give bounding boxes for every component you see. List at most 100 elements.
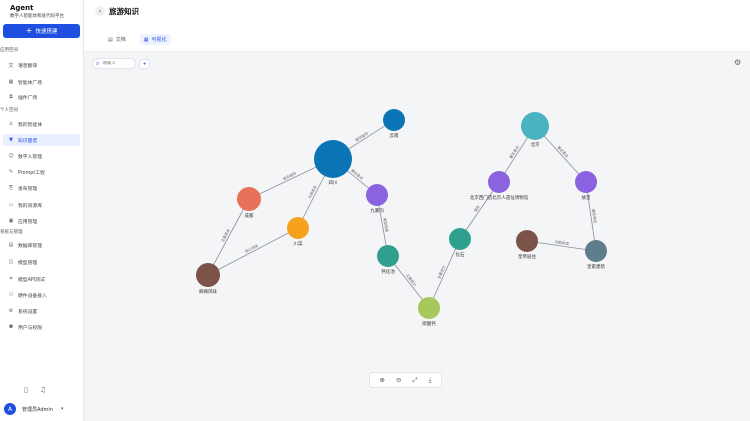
search-input[interactable]: [102, 61, 133, 66]
sidebar-item-label: 数字人管理: [18, 154, 42, 160]
sidebar-item-label: 数据库管理: [18, 243, 42, 249]
translate-icon: 文: [8, 62, 14, 69]
grid-icon: ▦: [8, 79, 14, 85]
download-icon[interactable]: ⤓: [429, 376, 432, 385]
sidebar-item-label: 用户与权限: [18, 325, 42, 331]
graph-node-label: 皇帝居住: [518, 253, 536, 260]
folder-icon: ▭: [8, 202, 14, 208]
graph-node[interactable]: [449, 228, 471, 250]
zoom-out-icon[interactable]: ⊖: [396, 376, 401, 384]
graph-node-label: 成都: [245, 212, 254, 219]
graph-node[interactable]: [314, 140, 352, 178]
sidebar-item-label: 智能体广场: [18, 80, 42, 86]
api-icon: ⌗: [9, 276, 13, 282]
tab-label: 文档: [115, 37, 126, 43]
graph-edge[interactable]: [207, 198, 250, 276]
sidebar-item-label: 知识图谱: [18, 138, 38, 144]
graph-node-label: 川菜: [294, 240, 303, 247]
settings-icon[interactable]: ⚙: [734, 58, 741, 67]
chevron-down-icon: ▾: [60, 406, 64, 412]
sidebar-item-publish[interactable]: ⎘ 发布管理: [3, 182, 80, 194]
graph-node[interactable]: [521, 112, 549, 140]
graph-node[interactable]: [383, 109, 405, 131]
back-button[interactable]: ‹: [95, 6, 105, 16]
graph-node-label: 云南: [390, 132, 399, 139]
plugin-icon: ⧉: [9, 94, 13, 100]
sidebar-item-api-test[interactable]: ⌗ 模型API测试: [3, 273, 80, 285]
plus-icon: +: [25, 26, 33, 35]
users-icon: ⚉: [8, 324, 14, 330]
zoom-toolbar: ⊕ ⊖ ⤢ ⤓: [369, 372, 442, 388]
zoom-in-icon[interactable]: ⊕: [380, 376, 385, 384]
device-icon: ⚇: [8, 292, 14, 298]
header: ‹ 旅游知识 ▤ 文档 ▦ 可视化: [84, 0, 750, 52]
sidebar-item-label: 应用管理: [18, 219, 38, 225]
graph-node-label: 麻辣风味: [199, 288, 217, 295]
graph-node[interactable]: [377, 245, 399, 267]
user-menu[interactable]: A 管理员Admin ▾: [4, 403, 63, 415]
graph-edge[interactable]: [428, 238, 461, 309]
tab-label: 可视化: [151, 37, 167, 43]
quick-build-button[interactable]: + 快速搭建: [3, 24, 80, 38]
sidebar-item-app-management[interactable]: ▣ 应用管理: [3, 215, 80, 227]
graph-node[interactable]: [196, 263, 220, 287]
sidebar-item-devices[interactable]: ⚇ 硬件设备接入: [3, 289, 80, 301]
sidebar-item-translate[interactable]: 文 语音翻译: [3, 59, 80, 71]
sidebar-footer-icons: ▯ ♫: [24, 386, 46, 394]
bell-icon[interactable]: ♫: [40, 386, 46, 394]
sidebar-item-label: 我的资源库: [18, 203, 42, 209]
page-title: 旅游知识: [109, 7, 139, 16]
graph-canvas[interactable]: 相邻省份 省会城市 代表菜系 主要菜系 核心风味 著名景点 典型地貌 主要成分 主要成分 保存 著名…: [84, 52, 750, 421]
sidebar-item-my-agents[interactable]: ♙ 我的智能体: [3, 118, 80, 130]
section-label-personal-space: 个人空间: [0, 108, 18, 113]
sidebar-item-label: 模型API测试: [18, 277, 45, 283]
chart-icon: ▦: [143, 36, 149, 43]
search-icon: ⌕: [96, 59, 100, 67]
search-box[interactable]: ⌕: [92, 58, 136, 69]
sidebar-item-users[interactable]: ⚉ 用户与权限: [3, 321, 80, 333]
sidebar-item-label: 插件广场: [18, 95, 38, 101]
graph-node[interactable]: [237, 187, 261, 211]
sidebar-item-agent-plaza[interactable]: ▦ 智能体广场: [3, 76, 80, 88]
graph-node[interactable]: [585, 240, 607, 262]
sidebar-item-label: 语音翻译: [18, 63, 38, 69]
graph-node[interactable]: [488, 171, 510, 193]
view-tabs: ▤ 文档 ▦ 可视化: [104, 34, 171, 45]
search-type-dropdown[interactable]: ▾: [139, 59, 150, 69]
graph-node[interactable]: [366, 184, 388, 206]
graph-node[interactable]: [287, 217, 309, 239]
section-label-system: 系统与管理: [0, 230, 23, 235]
graph-node-label: 北京西门店北京人遗址博物馆: [470, 194, 529, 201]
graph-node-label: 故宫: [582, 194, 591, 201]
graph-node-label: 四川: [329, 180, 338, 186]
graph-node[interactable]: [516, 230, 538, 252]
section-label-app-space: 应用空间: [0, 48, 18, 53]
sidebar-item-settings[interactable]: ⚙ 系统设置: [3, 305, 80, 317]
knowledge-graph[interactable]: 相邻省份省会城市代表菜系主要菜系核心风味著名景点典型地貌主要成分主要成分保存著名…: [84, 52, 750, 421]
avatar: A: [4, 403, 16, 415]
graph-node-label: 碳酸钙: [422, 320, 436, 327]
graph-node-label: 九寨沟: [370, 207, 384, 214]
graph-node-label: 皇家建筑: [587, 263, 605, 270]
graph-node-label: 北京: [531, 141, 540, 148]
graph-node[interactable]: [575, 171, 597, 193]
fit-icon[interactable]: ⤢: [412, 376, 417, 385]
sidebar-item-plugin-plaza[interactable]: ⧉ 插件广场: [3, 91, 80, 103]
sidebar-item-resources[interactable]: ▭ 我的资源库: [3, 199, 80, 211]
sidebar-item-digital-human[interactable]: ☺ 数字人管理: [3, 150, 80, 162]
chevron-down-icon: ▾: [143, 61, 146, 67]
sidebar-item-database[interactable]: ▤ 数据库管理: [3, 239, 80, 251]
sidebar-item-label: 模型管理: [18, 260, 38, 266]
sidebar-item-models[interactable]: ◫ 模型管理: [3, 256, 80, 268]
tab-visualization[interactable]: ▦ 可视化: [139, 34, 171, 45]
tab-documents[interactable]: ▤ 文档: [104, 34, 130, 45]
sidebar-item-prompt[interactable]: ✎ Prompt工程: [3, 166, 80, 178]
document-icon[interactable]: ▯: [24, 386, 28, 394]
graph-node[interactable]: [418, 297, 440, 319]
sidebar-item-label: 系统设置: [18, 309, 38, 315]
filter-icon: ▼: [9, 137, 13, 143]
quick-build-label: 快速搭建: [35, 29, 58, 35]
sidebar-item-knowledge-graph[interactable]: ▼ 知识图谱: [3, 134, 80, 146]
brand-title: Agent: [10, 4, 34, 12]
graph-edge[interactable]: [207, 227, 299, 276]
